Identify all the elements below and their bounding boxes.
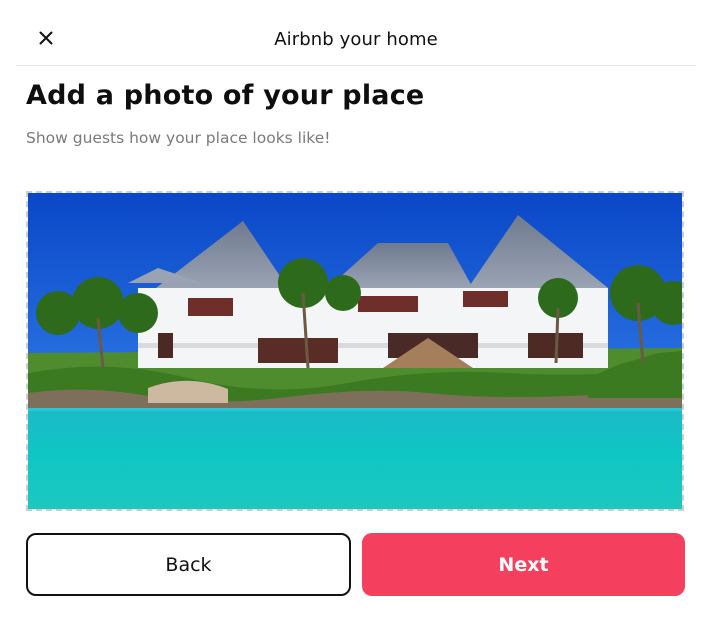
header-title: Airbnb your home <box>274 29 438 50</box>
close-icon <box>39 31 53 45</box>
page-subtitle: Show guests how your place looks like! <box>26 129 331 147</box>
back-button[interactable]: Back <box>26 533 351 596</box>
page-title: Add a photo of your place <box>26 80 425 111</box>
next-button[interactable]: Next <box>362 533 685 596</box>
photo-upload-area[interactable] <box>26 191 684 511</box>
modal-header: Airbnb your home <box>16 0 696 66</box>
close-button[interactable] <box>32 24 60 52</box>
place-photo <box>28 193 682 509</box>
